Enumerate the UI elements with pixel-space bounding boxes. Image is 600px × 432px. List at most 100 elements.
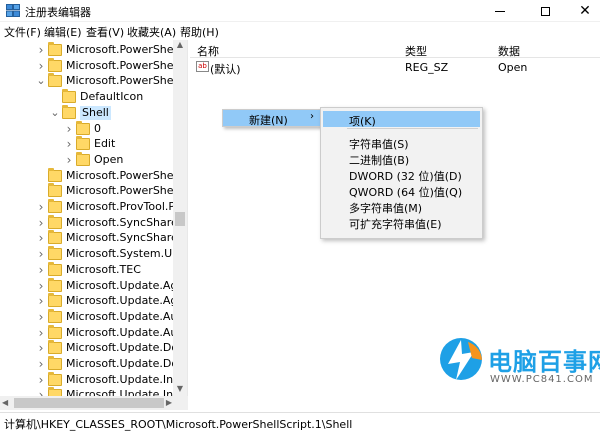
context-menu: 新建(N) › <box>222 109 322 127</box>
submenu-item-multi-string[interactable]: 多字符串值(M) <box>323 198 480 215</box>
tree-item[interactable]: › Microsoft.Update.Agent <box>0 293 187 309</box>
tree-item[interactable]: › Microsoft.Update.Install <box>0 371 187 388</box>
tree-item[interactable]: ⌄ Microsoft.PowerShellScr <box>0 73 187 89</box>
tree-item-label: Microsoft.Update.Down <box>66 341 188 355</box>
tree-item-label: Edit <box>94 137 116 151</box>
tree-item-label: Microsoft.Update.AutoU <box>66 325 188 339</box>
registry-tree[interactable]: › Microsoft.PowerShellDa › Microsoft.PowerS… <box>0 40 188 396</box>
tree-item[interactable]: DefaultIcon <box>0 89 172 105</box>
tree-item[interactable]: ⌄ Shell <box>0 104 172 121</box>
context-menu-new[interactable]: 新建(N) › <box>223 110 321 127</box>
submenu-item-qword[interactable]: QWORD (64 位)值(Q) <box>323 182 480 199</box>
folder-icon <box>48 73 62 88</box>
column-header-type[interactable]: 类型 <box>405 43 427 59</box>
folder-icon <box>62 104 76 119</box>
submenu-item-key[interactable]: 项(K) <box>323 111 480 128</box>
tree-item[interactable]: › Microsoft.TEC <box>0 261 172 278</box>
value-data: Open <box>498 61 528 74</box>
submenu-item-string[interactable]: 字符串值(S) <box>323 134 480 151</box>
tree-item[interactable]: › Microsoft.Update.Agent <box>0 277 187 294</box>
tree-item-label: Open <box>94 152 124 166</box>
tree-item[interactable]: Microsoft.PowerShellXM <box>0 183 187 199</box>
expand-chevron-icon[interactable]: › <box>36 356 46 372</box>
collapse-chevron-icon[interactable]: ⌄ <box>36 73 46 89</box>
submenu-item-expandable-string[interactable]: 可扩充字符串值(E) <box>323 214 480 231</box>
watermark-text: 电脑百事网 <box>488 348 600 376</box>
folder-icon <box>48 356 62 370</box>
expand-chevron-icon[interactable]: › <box>36 340 46 356</box>
value-type: REG_SZ <box>405 61 449 74</box>
tree-item[interactable]: › Open <box>0 151 172 168</box>
folder-icon <box>48 308 62 323</box>
expand-chevron-icon[interactable]: › <box>36 387 46 396</box>
expand-chevron-icon[interactable]: › <box>64 152 74 168</box>
menu-help[interactable]: 帮助(H) <box>180 24 219 40</box>
submenu-item-binary[interactable]: 二进制值(B) <box>323 150 480 167</box>
column-header-name[interactable]: 名称 <box>197 43 219 59</box>
expand-chevron-icon[interactable]: › <box>36 199 46 215</box>
scroll-thumb-horizontal[interactable] <box>14 398 164 408</box>
menu-favorites[interactable]: 收藏夹(A) <box>127 24 176 40</box>
tree-item-label: Microsoft.System.Updat <box>66 247 188 261</box>
submenu-arrow-icon: › <box>310 111 314 122</box>
tree-item[interactable]: › Microsoft.Update.Install <box>0 387 187 396</box>
folder-icon <box>48 340 62 355</box>
menu-edit[interactable]: 编辑(E) <box>44 24 82 40</box>
folder-icon <box>48 183 62 198</box>
tree-item[interactable]: › Microsoft.Update.Down <box>0 340 187 356</box>
scroll-up-icon[interactable]: ▲ <box>173 40 187 52</box>
folder-icon <box>48 167 62 182</box>
tree-vertical-scrollbar[interactable]: ▲ ▼ <box>173 40 187 396</box>
tree-item[interactable]: › Microsoft.PowerShellMo <box>0 57 187 74</box>
expand-chevron-icon[interactable]: › <box>36 293 46 309</box>
scroll-left-icon[interactable]: ◀ <box>2 396 8 410</box>
value-row[interactable]: ab (默认) REG_SZ Open <box>190 59 600 76</box>
expand-chevron-icon[interactable]: › <box>36 309 46 325</box>
tree-item[interactable]: › Microsoft.Update.Down <box>0 356 187 372</box>
values-header: 名称 类型 数据 <box>190 40 600 58</box>
tree-item[interactable]: › Edit <box>0 136 172 152</box>
tree-item[interactable]: › Microsoft.System.Updat <box>0 246 187 262</box>
tree-item[interactable]: › Microsoft.Update.AutoU <box>0 324 187 341</box>
expand-chevron-icon[interactable]: › <box>64 121 74 137</box>
expand-chevron-icon[interactable]: › <box>36 58 46 74</box>
tree-item[interactable]: › Microsoft.SyncShare.Syn <box>0 214 187 231</box>
submenu-item-dword[interactable]: DWORD (32 位)值(D) <box>323 166 480 183</box>
menu-file[interactable]: 文件(F) <box>4 24 41 40</box>
expand-chevron-icon[interactable]: › <box>36 246 46 262</box>
expand-chevron-icon[interactable]: › <box>36 230 46 246</box>
tree-horizontal-scrollbar[interactable]: ◀ ▶ <box>0 396 188 410</box>
collapse-chevron-icon[interactable]: ⌄ <box>50 105 60 121</box>
minimize-button[interactable] <box>480 0 520 22</box>
expand-chevron-icon[interactable]: › <box>36 278 46 294</box>
close-button[interactable]: ✕ <box>565 0 600 22</box>
tree-item[interactable]: › Microsoft.PowerShellDa <box>0 42 187 58</box>
tree-item[interactable]: › Microsoft.ProvTool.Prov <box>0 199 187 215</box>
tree-item-label: DefaultIcon <box>80 90 144 104</box>
folder-icon <box>48 199 62 213</box>
scroll-right-icon[interactable]: ▶ <box>166 396 172 410</box>
tree-item[interactable]: Microsoft.PowerShellSes <box>0 167 187 184</box>
expand-chevron-icon[interactable]: › <box>36 215 46 231</box>
menu-bar: 文件(F) 编辑(E) 查看(V) 收藏夹(A) 帮助(H) <box>0 22 600 39</box>
menu-view[interactable]: 查看(V) <box>86 24 124 40</box>
tree-item[interactable]: › Microsoft.SyncShare.Syn <box>0 230 187 246</box>
scroll-thumb[interactable] <box>175 212 185 226</box>
expand-chevron-icon[interactable]: › <box>36 372 46 388</box>
tree-item-label: Microsoft.Update.AutoU <box>66 309 188 323</box>
tree-item-label: Microsoft.SyncShare.Syn <box>66 231 187 245</box>
tree-item[interactable]: › 0 <box>0 120 172 137</box>
expand-chevron-icon[interactable]: › <box>36 262 46 278</box>
expand-chevron-icon[interactable]: › <box>36 42 46 58</box>
tree-item-label: Microsoft.PowerShellMo <box>66 58 188 72</box>
column-header-data[interactable]: 数据 <box>498 43 520 59</box>
submenu-item-label: 项(K) <box>349 115 376 128</box>
window-title: 注册表编辑器 <box>25 6 91 19</box>
scroll-down-icon[interactable]: ▼ <box>173 384 187 396</box>
expand-chevron-icon[interactable]: › <box>36 325 46 341</box>
maximize-button[interactable] <box>525 0 565 22</box>
tree-item-label: Shell <box>80 105 111 120</box>
folder-icon <box>48 246 62 261</box>
expand-chevron-icon[interactable]: › <box>64 136 74 152</box>
tree-item[interactable]: › Microsoft.Update.AutoU <box>0 308 187 325</box>
